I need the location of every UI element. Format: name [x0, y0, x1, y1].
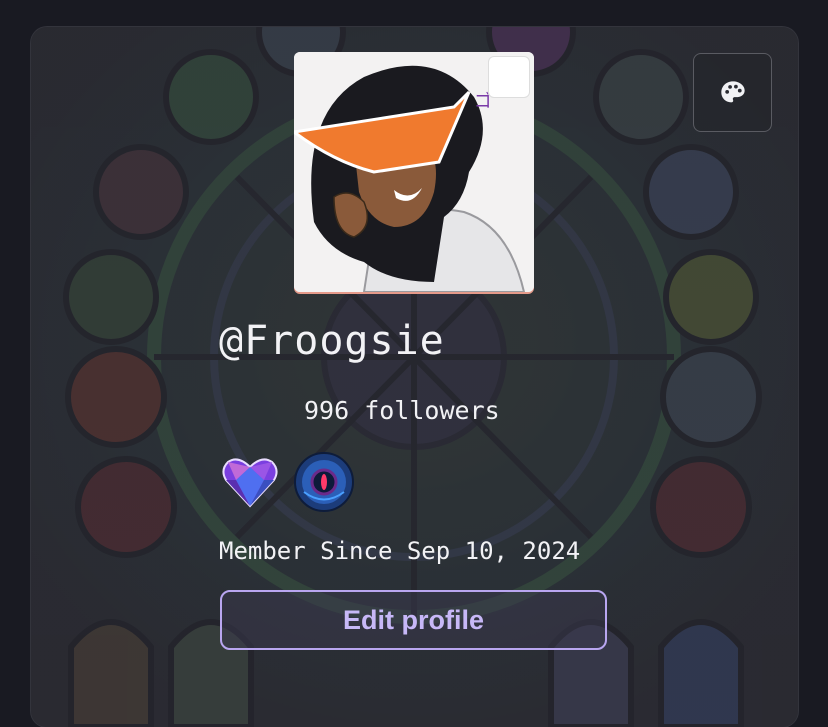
- purple-heart-gem-badge[interactable]: [220, 452, 280, 512]
- badge-list: [220, 452, 354, 512]
- avatar-corner-badge: [488, 56, 530, 98]
- palette-icon: [720, 80, 745, 102]
- eye-orb-icon: [294, 452, 354, 512]
- theme-button[interactable]: [693, 53, 772, 132]
- member-since: Member Since Sep 10, 2024: [219, 537, 581, 565]
- heart-gem-icon: [222, 458, 278, 508]
- blue-orb-eye-badge[interactable]: [294, 452, 354, 512]
- followers-count[interactable]: 996 followers: [304, 395, 500, 427]
- profile-avatar[interactable]: ゴ: [294, 52, 534, 292]
- edit-profile-button[interactable]: Edit profile: [220, 590, 607, 650]
- username: @Froogsie: [219, 318, 445, 364]
